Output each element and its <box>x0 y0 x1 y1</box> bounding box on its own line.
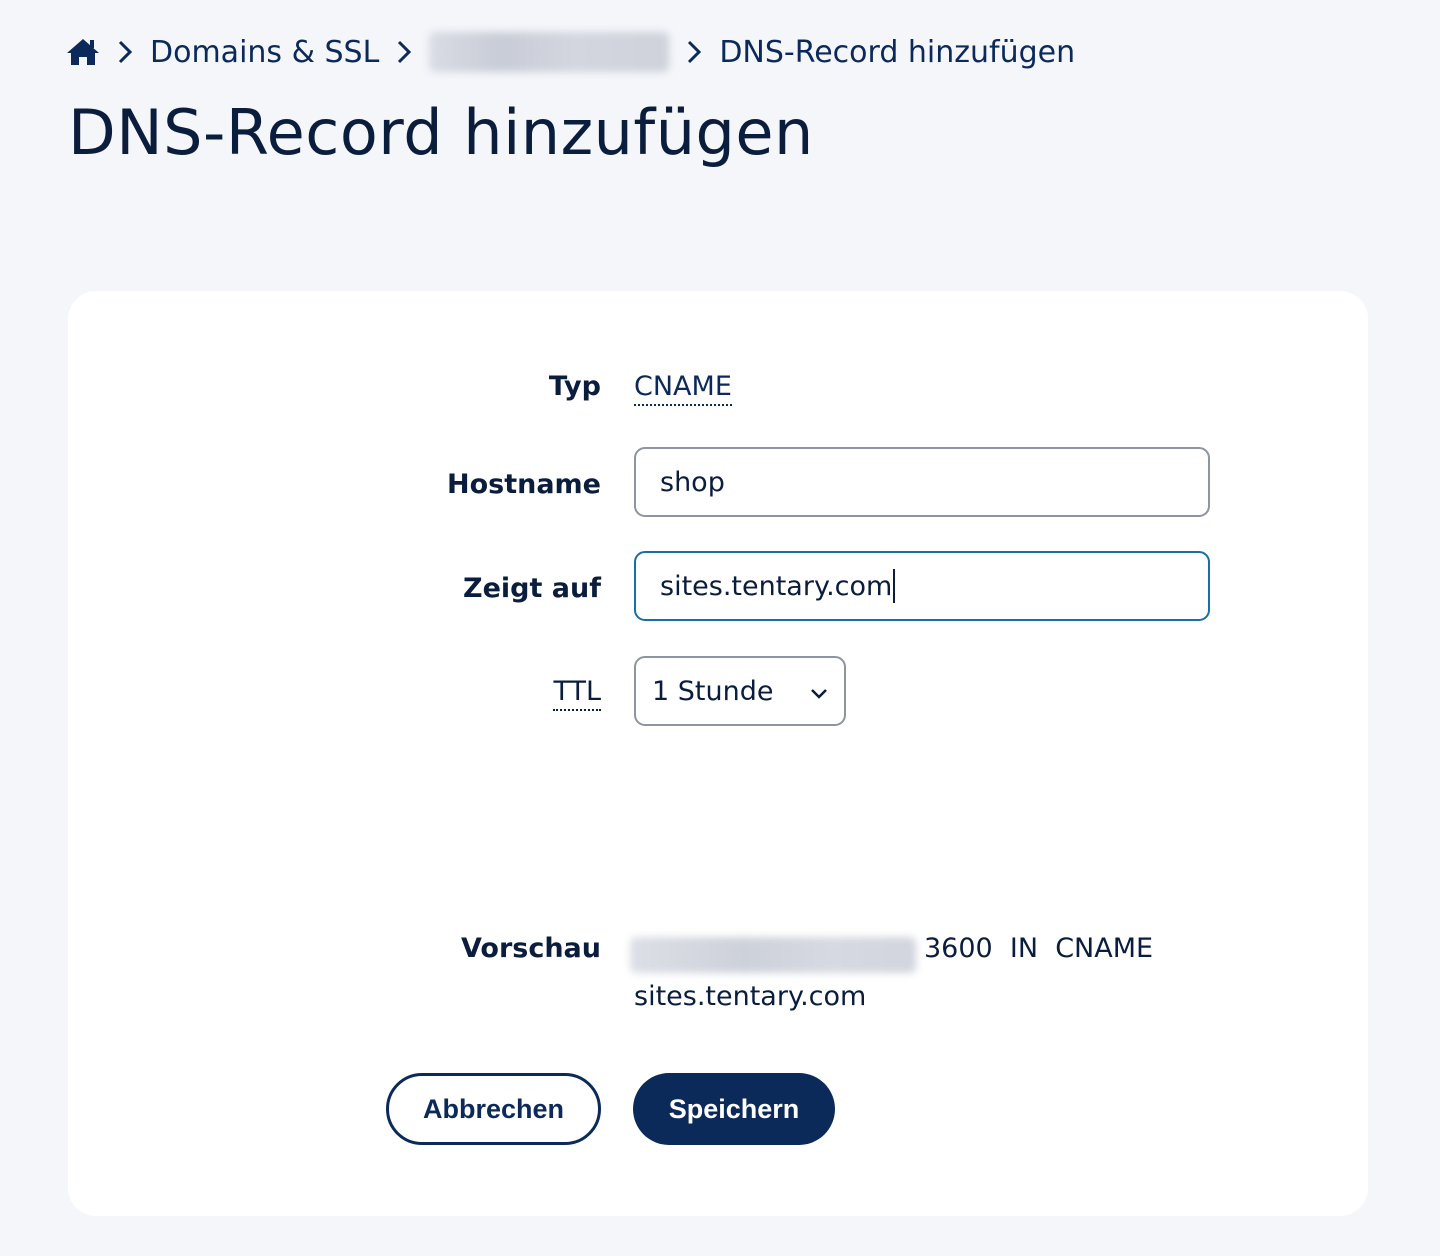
preview-target-line: sites.tentary.com <box>634 981 867 1012</box>
target-input[interactable]: sites.tentary.com <box>634 551 1210 621</box>
cancel-button[interactable]: Abbrechen <box>386 1073 601 1145</box>
type-value[interactable]: CNAME <box>634 371 732 406</box>
dns-record-form-card: Typ CNAME Hostname shop Zeigt auf sites.… <box>68 291 1368 1216</box>
hostname-value: shop <box>660 466 725 498</box>
preview-label: Vorschau <box>460 933 601 964</box>
target-value: sites.tentary.com <box>660 570 893 602</box>
type-label: Typ <box>548 371 601 402</box>
ttl-value: 1 Stunde <box>652 675 774 707</box>
home-icon[interactable] <box>66 37 100 67</box>
breadcrumb-domain-redacted[interactable] <box>429 32 670 72</box>
preview-record-line: 3600 IN CNAME <box>924 933 1154 964</box>
chevron-right-icon <box>397 40 412 64</box>
save-button[interactable]: Speichern <box>633 1073 835 1145</box>
chevron-right-icon <box>687 40 702 64</box>
chevron-right-icon <box>118 40 132 64</box>
preview-hostname-redacted <box>630 937 916 973</box>
breadcrumb: Domains & SSL DNS-Record hinzufügen <box>66 28 1075 76</box>
text-caret <box>893 569 896 603</box>
target-label: Zeigt auf <box>463 573 601 604</box>
ttl-label[interactable]: TTL <box>553 676 601 711</box>
breadcrumb-current: DNS-Record hinzufügen <box>719 34 1076 70</box>
chevron-down-icon <box>810 676 828 707</box>
breadcrumb-domains-ssl[interactable]: Domains & SSL <box>150 35 379 70</box>
hostname-label: Hostname <box>446 469 601 500</box>
ttl-select[interactable]: 1 Stunde <box>634 656 846 726</box>
page-title: DNS-Record hinzufügen <box>68 96 814 169</box>
hostname-input[interactable]: shop <box>634 447 1210 517</box>
